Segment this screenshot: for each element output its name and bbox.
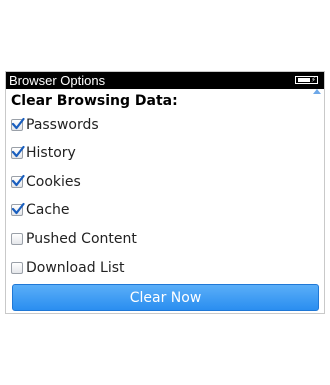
option-label: Pushed Content xyxy=(26,231,137,247)
checkbox-passwords[interactable] xyxy=(11,117,25,131)
title-bar: Browser Options ⚡ xyxy=(6,72,324,89)
battery-icon: ⚡ xyxy=(295,76,318,84)
checkmark-icon xyxy=(11,117,25,130)
checkmark-icon xyxy=(11,145,25,158)
option-download-list[interactable]: Download List xyxy=(11,257,125,279)
checkbox-cookies[interactable] xyxy=(11,174,25,188)
clear-now-label: Clear Now xyxy=(129,289,202,306)
option-label: Passwords xyxy=(26,117,99,133)
checkbox-download-list[interactable] xyxy=(11,262,23,274)
option-passwords[interactable]: Passwords xyxy=(11,114,99,136)
option-cookies[interactable]: Cookies xyxy=(11,171,81,193)
option-label: Cookies xyxy=(26,174,81,190)
option-history[interactable]: History xyxy=(11,142,76,164)
checkmark-icon xyxy=(11,174,25,187)
window-title: Browser Options xyxy=(9,73,106,88)
option-label: History xyxy=(26,145,76,161)
scroll-up-arrow-icon[interactable] xyxy=(313,89,321,94)
browser-options-screen: Browser Options ⚡ Clear Browsing Data: P… xyxy=(5,71,325,314)
checkbox-cache[interactable] xyxy=(11,202,25,216)
option-label: Cache xyxy=(26,202,70,218)
option-cache[interactable]: Cache xyxy=(11,199,70,221)
option-pushed-content[interactable]: Pushed Content xyxy=(11,228,137,250)
option-label: Download List xyxy=(26,260,125,276)
clear-now-button[interactable]: Clear Now xyxy=(12,284,319,311)
section-heading: Clear Browsing Data: xyxy=(11,93,178,109)
checkmark-icon xyxy=(11,202,25,215)
checkbox-history[interactable] xyxy=(11,145,25,159)
checkbox-pushed-content[interactable] xyxy=(11,233,23,245)
